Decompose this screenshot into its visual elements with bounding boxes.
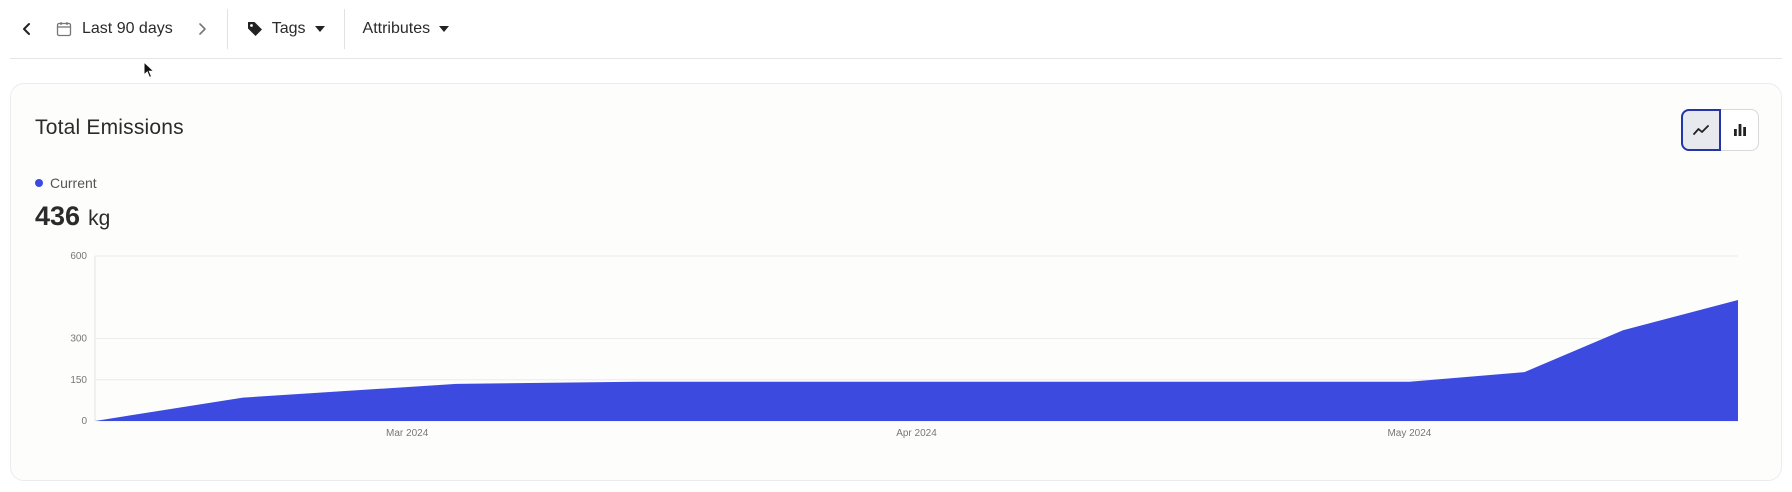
x-tick-label: Mar 2024 [386, 428, 429, 439]
x-tick-label: May 2024 [1387, 428, 1431, 439]
mouse-pointer-icon [143, 61, 155, 79]
chevron-left-icon [23, 23, 30, 35]
emissions-area-chart: 0 150 300 600 Mar 2024 Apr 2024 May 2024 [70, 251, 1738, 439]
series-area-current [95, 300, 1738, 421]
tag-icon [247, 22, 262, 36]
attributes-label: Attributes [362, 20, 431, 37]
x-tick-label: Apr 2024 [896, 428, 937, 439]
next-period-button[interactable] [185, 12, 219, 46]
date-range-label: Last 90 days [82, 20, 173, 37]
previous-period-button[interactable] [10, 12, 44, 46]
total-emissions-card: Total Emissions Current 436 kg 0 150 300 60… [10, 83, 1782, 481]
caret-down-icon [439, 26, 450, 32]
toolbar-divider [343, 9, 345, 49]
tags-dropdown[interactable]: Tags [236, 12, 336, 46]
date-range-group: Last 90 days [10, 0, 219, 58]
filter-toolbar: Last 90 days Tags Attributes [10, 0, 1782, 59]
y-tick-label: 150 [70, 375, 87, 386]
calendar-icon [56, 22, 72, 37]
chevron-right-icon [198, 23, 206, 35]
y-tick-label: 300 [70, 334, 87, 345]
date-range-picker[interactable]: Last 90 days [44, 12, 185, 46]
attributes-dropdown[interactable]: Attributes [353, 12, 461, 46]
caret-down-icon [314, 26, 325, 32]
y-tick-label: 0 [81, 416, 87, 427]
y-tick-label: 600 [70, 251, 87, 262]
toolbar-divider [226, 9, 228, 49]
tags-label: Tags [271, 20, 306, 37]
